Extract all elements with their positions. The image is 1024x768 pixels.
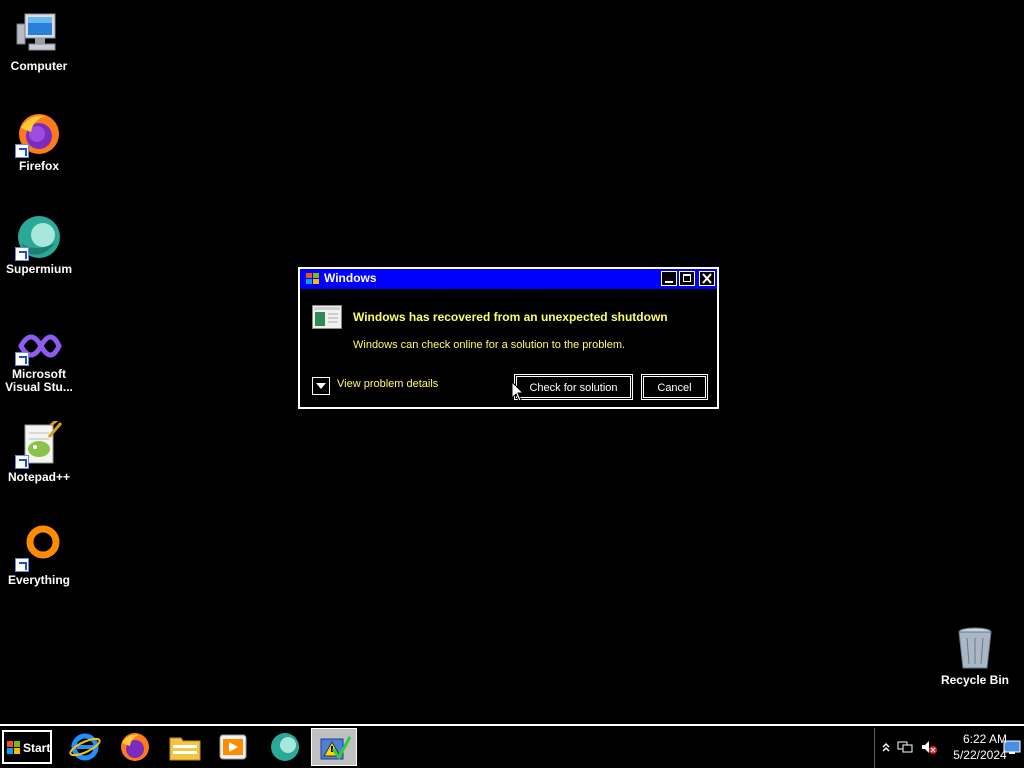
cancel-button[interactable]: Cancel [641, 374, 708, 400]
minimize-button[interactable] [661, 271, 677, 286]
start-label: Start [23, 741, 51, 755]
start-button[interactable]: Start [2, 730, 52, 764]
network-icon[interactable] [897, 739, 913, 755]
chevron-down-icon [316, 383, 326, 389]
shortcut-arrow-icon [15, 455, 29, 469]
taskbar: Start [0, 724, 1024, 768]
desktop-icon-firefox[interactable]: Firefox [0, 110, 78, 173]
windows-flag-icon [305, 271, 320, 286]
desktop-icon-label: Firefox [18, 159, 59, 173]
view-details-label[interactable]: View problem details [337, 378, 438, 390]
dialog-titlebar[interactable]: Windows [300, 269, 717, 289]
show-hidden-icons-icon[interactable] [878, 739, 894, 755]
taskbar-media-player[interactable] [210, 728, 256, 766]
recovery-dialog: Windows Windows has recovered from an un… [298, 267, 719, 409]
desktop-icon-notepad-plus-plus[interactable]: Notepad++ [0, 415, 78, 484]
clock-date[interactable]: 5/22/2024 [940, 748, 1020, 762]
recycle-bin-icon [951, 624, 999, 672]
shortcut-arrow-icon [15, 352, 29, 366]
view-details-toggle[interactable] [312, 377, 330, 395]
maximize-button[interactable] [679, 271, 695, 286]
volume-muted-icon[interactable] [921, 739, 937, 755]
supermium-icon [15, 213, 63, 261]
taskbar-firefox[interactable] [112, 728, 158, 766]
supermium-icon [269, 732, 301, 762]
computer-icon [15, 10, 63, 58]
desktop: Computer Firefox Supermium Microsoft Vis… [0, 0, 1024, 724]
taskbar-internet-explorer[interactable] [62, 728, 108, 766]
desktop-icon-label: Recycle Bin [940, 673, 1010, 687]
problem-reports-icon [319, 733, 352, 763]
mouse-cursor-icon [511, 380, 525, 407]
windows-logo-icon [7, 741, 21, 758]
firefox-icon [119, 732, 151, 762]
dialog-subtext: Windows can check online for a solution … [353, 339, 626, 351]
dialog-title: Windows [324, 271, 377, 285]
firefox-icon [15, 110, 63, 158]
notepad-plus-plus-icon [15, 415, 63, 469]
file-explorer-icon [169, 732, 201, 762]
media-player-icon [217, 732, 249, 762]
internet-explorer-icon [69, 732, 101, 762]
close-icon [702, 273, 712, 284]
shortcut-arrow-icon [15, 144, 29, 158]
desktop-icon-computer[interactable]: Computer [0, 10, 78, 73]
desktop-icon-label: Notepad++ [7, 470, 70, 484]
taskbar-file-explorer[interactable] [162, 728, 208, 766]
clock-time[interactable]: 6:22 AM [955, 732, 1015, 746]
visual-studio-icon [15, 326, 63, 366]
desktop-icon-label: Supermium [5, 262, 72, 276]
problem-report-icon [312, 305, 342, 329]
check-for-solution-button[interactable]: Check for solution [514, 374, 633, 400]
desktop-icon-everything[interactable]: Everything [0, 524, 78, 587]
taskbar-problem-reports[interactable] [311, 728, 357, 766]
desktop-icon-supermium[interactable]: Supermium [0, 213, 78, 276]
desktop-icon-visual-studio[interactable]: Microsoft Visual Stu... [0, 326, 78, 394]
everything-icon [15, 524, 63, 572]
shortcut-arrow-icon [15, 558, 29, 572]
desktop-icon-label: Everything [7, 573, 70, 587]
desktop-icon-label: Computer [10, 59, 68, 73]
desktop-icon-label: Microsoft Visual Stu... [5, 367, 73, 394]
close-button[interactable] [699, 271, 715, 286]
taskbar-supermium[interactable] [262, 728, 308, 766]
dialog-headline: Windows has recovered from an unexpected… [353, 310, 668, 324]
shortcut-arrow-icon [15, 247, 29, 261]
desktop-icon-recycle-bin[interactable]: Recycle Bin [936, 624, 1014, 687]
